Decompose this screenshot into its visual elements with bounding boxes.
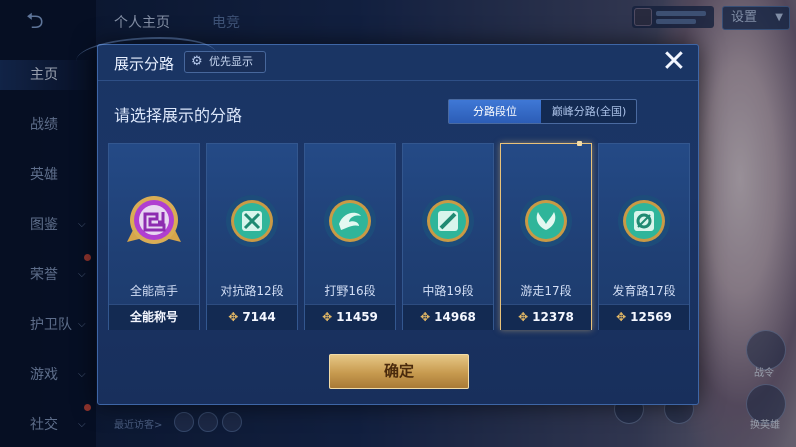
close-icon[interactable]: ✕ (658, 47, 690, 79)
card-footer: ✥ 12378 (501, 304, 591, 330)
lane-display-modal: 展示分路 ⚙ 优先显示 ✕ 请选择展示的分路 分路段位 巅峰分路(全国) 全能高… (76, 37, 699, 405)
card-footer: ✥ 11459 (305, 304, 395, 330)
mid-lane-emblem-icon (422, 195, 474, 247)
rank-score: 12378 (532, 310, 574, 324)
modal-header: 展示分路 ⚙ 优先显示 ✕ (76, 37, 698, 81)
lane-card-roam[interactable]: 游走17段 ✥ 12378 (500, 141, 592, 330)
rank-score-icon: ✥ (518, 310, 529, 324)
rank-score-icon: ✥ (228, 310, 239, 324)
section-subtitle: 请选择展示的分路 (114, 106, 243, 125)
farm-lane-emblem-icon (618, 195, 670, 247)
rank-score-icon: ✥ (420, 310, 431, 324)
toggle-peak-lane[interactable]: 巅峰分路(全国) (542, 100, 636, 123)
rank-score: 7144 (242, 310, 276, 324)
gear-icon: ⚙ (191, 54, 203, 69)
selection-marker (577, 141, 582, 146)
card-footer: ✥ 14968 (403, 304, 493, 330)
lane-name: 中路19段 (422, 284, 474, 298)
lane-card-jungle[interactable]: 打野16段 ✥ 11459 (304, 143, 396, 330)
rank-type-toggle: 分路段位 巅峰分路(全国) (448, 99, 637, 124)
all-round-emblem-icon (127, 196, 181, 244)
rank-score: 14968 (434, 310, 476, 324)
lane-card-farm[interactable]: 发育路17段 ✥ 12569 (598, 143, 690, 330)
modal-title: 展示分路 (114, 55, 175, 73)
lane-card-all-round[interactable]: 全能高手 全能称号 (108, 143, 200, 330)
rank-score: 12569 (630, 310, 672, 324)
lane-name: 发育路17段 (612, 284, 676, 298)
card-footer: ✥ 7144 (207, 304, 297, 330)
title-label: 全能称号 (129, 310, 178, 324)
roam-emblem-icon (520, 195, 572, 247)
card-footer: ✥ 12569 (599, 304, 689, 330)
lane-card-mid[interactable]: 中路19段 ✥ 14968 (402, 143, 494, 330)
jungle-emblem-icon (324, 195, 376, 247)
priority-display-button[interactable]: ⚙ 优先显示 (184, 51, 266, 73)
lane-name: 全能高手 (129, 284, 178, 298)
rank-score-icon: ✥ (616, 310, 627, 324)
lane-name: 游走17段 (520, 284, 572, 298)
lane-card-clash[interactable]: 对抗路12段 ✥ 7144 (206, 143, 298, 330)
lane-name: 打野16段 (324, 284, 376, 298)
toggle-lane-rank[interactable]: 分路段位 (449, 100, 541, 123)
lane-name: 对抗路12段 (220, 284, 284, 298)
rank-score: 11459 (336, 310, 378, 324)
card-footer: 全能称号 (109, 304, 199, 330)
rank-score-icon: ✥ (322, 310, 333, 324)
priority-label: 优先显示 (209, 55, 253, 68)
clash-lane-emblem-icon (226, 195, 278, 247)
confirm-button[interactable]: 确定 (329, 354, 469, 389)
